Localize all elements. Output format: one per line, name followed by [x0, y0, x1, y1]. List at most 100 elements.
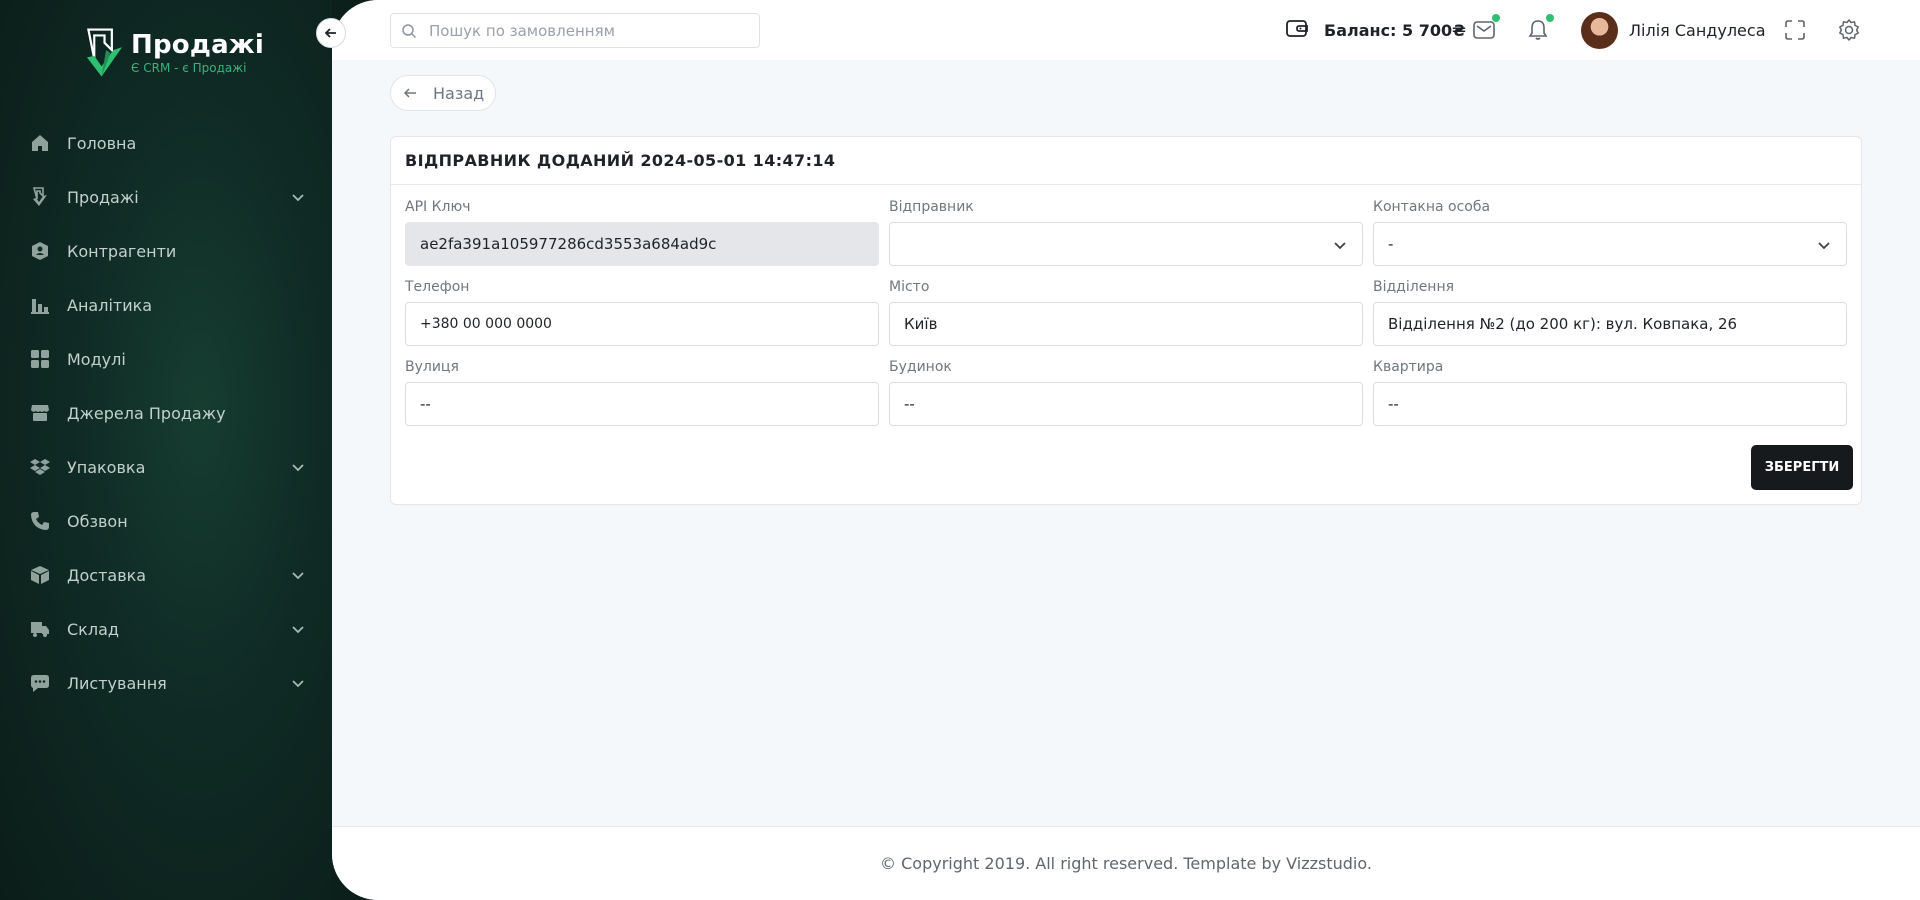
sidebar-item-packaging[interactable]: Упаковка [0, 440, 332, 494]
chevron-down-icon [292, 464, 304, 472]
brand-title: Продажі [131, 30, 264, 60]
brand-logo[interactable]: Продажі Є CRM - є Продажі [84, 18, 264, 88]
sidebar-collapse-button[interactable] [316, 18, 346, 48]
city-input[interactable]: Київ [889, 302, 1363, 346]
sidebar-item-label: Листування [67, 673, 167, 693]
sales-icon [30, 187, 50, 207]
fullscreen-button[interactable] [1783, 18, 1807, 42]
city-label: Місто [889, 279, 930, 295]
sidebar-item-label: Склад [67, 619, 119, 639]
arrow-left-icon [403, 88, 416, 98]
sidebar-item-analytics[interactable]: Аналітика [0, 278, 332, 332]
city-field: Місто Київ [889, 279, 1363, 346]
branch-label: Відділення [1373, 279, 1455, 295]
store-icon [30, 403, 50, 423]
footer: © Copyright 2019. All right reserved. Te… [332, 826, 1920, 900]
phone-label: Телефон [405, 279, 470, 295]
sidebar-item-label: Джерела Продажу [67, 403, 226, 423]
brand-subtitle: Є CRM - є Продажі [131, 61, 247, 75]
sidebar-item-label: Модулі [67, 349, 126, 369]
sidebar-item-sales-sources[interactable]: Джерела Продажу [0, 386, 332, 440]
sidebar-item-home[interactable]: Головна [0, 116, 332, 170]
search-input[interactable] [429, 21, 749, 40]
gear-icon [1839, 19, 1859, 41]
apartment-input[interactable]: -- [1373, 382, 1847, 426]
house-input[interactable]: -- [889, 382, 1363, 426]
warehouse-icon [30, 619, 50, 639]
balance[interactable]: Баланс: 5 700₴ [1286, 18, 1466, 42]
back-button[interactable]: Назад [390, 75, 496, 111]
api-key-input[interactable]: ae2fa391a105977286cd3553a684ad9c [405, 222, 879, 266]
contact-value: - [1388, 235, 1394, 253]
branch-field: Відділення Відділення №2 (до 200 кг): ву… [1373, 279, 1847, 346]
dropbox-icon [30, 457, 50, 477]
box-icon [30, 565, 50, 585]
api-key-label: API Ключ [405, 199, 471, 215]
sender-card: ВІДПРАВНИК ДОДАНИЙ 2024-05-01 14:47:14 A… [390, 136, 1862, 505]
apartment-label: Квартира [1373, 359, 1444, 375]
mail-icon [1473, 21, 1495, 39]
sidebar-item-label: Головна [67, 133, 137, 153]
apartment-field: Квартира -- [1373, 359, 1847, 426]
mail-unread-dot [1492, 14, 1500, 22]
sidebar-item-label: Обзвон [67, 511, 128, 531]
mail-button[interactable] [1472, 14, 1500, 42]
sidebar-item-label: Доставка [67, 565, 147, 585]
chevron-down-icon [1334, 242, 1346, 250]
chevron-down-icon [292, 680, 304, 688]
street-input[interactable]: -- [405, 382, 879, 426]
balance-text: Баланс: 5 700₴ [1324, 20, 1466, 40]
arrow-left-icon [324, 28, 336, 38]
sidebar-item-messages[interactable]: Листування [0, 656, 332, 710]
phone-icon [30, 511, 50, 531]
sidebar-item-delivery[interactable]: Доставка [0, 548, 332, 602]
sidebar-item-contractors[interactable]: Контрагенти [0, 224, 332, 278]
sidebar-item-label: Упаковка [67, 457, 146, 477]
back-label: Назад [433, 83, 485, 103]
api-key-field: API Ключ ae2fa391a105977286cd3553a684ad9… [405, 199, 879, 266]
sidebar-nav: Головна Продажі Контрагенти Аналітика Мо… [0, 116, 332, 710]
contractors-icon [30, 241, 50, 261]
sidebar-item-calls[interactable]: Обзвон [0, 494, 332, 548]
footer-text: © Copyright 2019. All right reserved. Te… [880, 854, 1372, 873]
chevron-down-icon [292, 572, 304, 580]
street-label: Вулиця [405, 359, 459, 375]
avatar [1581, 12, 1618, 49]
phone-input[interactable]: +380 00 000 0000 [405, 302, 879, 346]
sidebar-item-sales[interactable]: Продажі [0, 170, 332, 224]
sidebar-item-warehouse[interactable]: Склад [0, 602, 332, 656]
home-icon [30, 133, 50, 153]
logo-mark-icon [86, 28, 123, 77]
modules-icon [30, 349, 50, 369]
chevron-down-icon [292, 194, 304, 202]
branch-input[interactable]: Відділення №2 (до 200 кг): вул. Ковпака,… [1373, 302, 1847, 346]
contact-field: Контакна особа - [1373, 199, 1847, 266]
sender-select[interactable] [889, 222, 1363, 266]
topbar: Баланс: 5 700₴ Лілія Сандулеса [332, 0, 1920, 60]
house-label: Будинок [889, 359, 952, 375]
search-box[interactable] [390, 13, 760, 48]
wallet-icon [1286, 18, 1308, 42]
user-name: Лілія Сандулеса [1629, 21, 1766, 40]
settings-button[interactable] [1837, 18, 1861, 42]
sidebar: Продажі Є CRM - є Продажі Головна Продаж… [0, 0, 332, 900]
sidebar-item-modules[interactable]: Модулі [0, 332, 332, 386]
street-field: Вулиця -- [405, 359, 879, 426]
phone-field: Телефон +380 00 000 0000 [405, 279, 879, 346]
house-field: Будинок -- [889, 359, 1363, 426]
contact-select[interactable]: - [1373, 222, 1847, 266]
analytics-icon [30, 295, 50, 315]
sidebar-item-label: Аналітика [67, 295, 153, 315]
search-icon [402, 23, 417, 38]
chevron-down-icon [1818, 242, 1830, 250]
sender-field: Відправник [889, 199, 1363, 266]
chevron-down-icon [292, 626, 304, 634]
user-menu[interactable]: Лілія Сандулеса [1581, 12, 1766, 49]
sender-label: Відправник [889, 199, 974, 215]
sidebar-item-label: Контрагенти [67, 241, 177, 261]
save-button[interactable]: ЗБЕРЕГТИ [1751, 445, 1853, 490]
sidebar-item-label: Продажі [67, 187, 139, 207]
fullscreen-icon [1785, 20, 1805, 40]
notification-dot [1546, 14, 1554, 22]
notifications-button[interactable] [1526, 14, 1554, 42]
